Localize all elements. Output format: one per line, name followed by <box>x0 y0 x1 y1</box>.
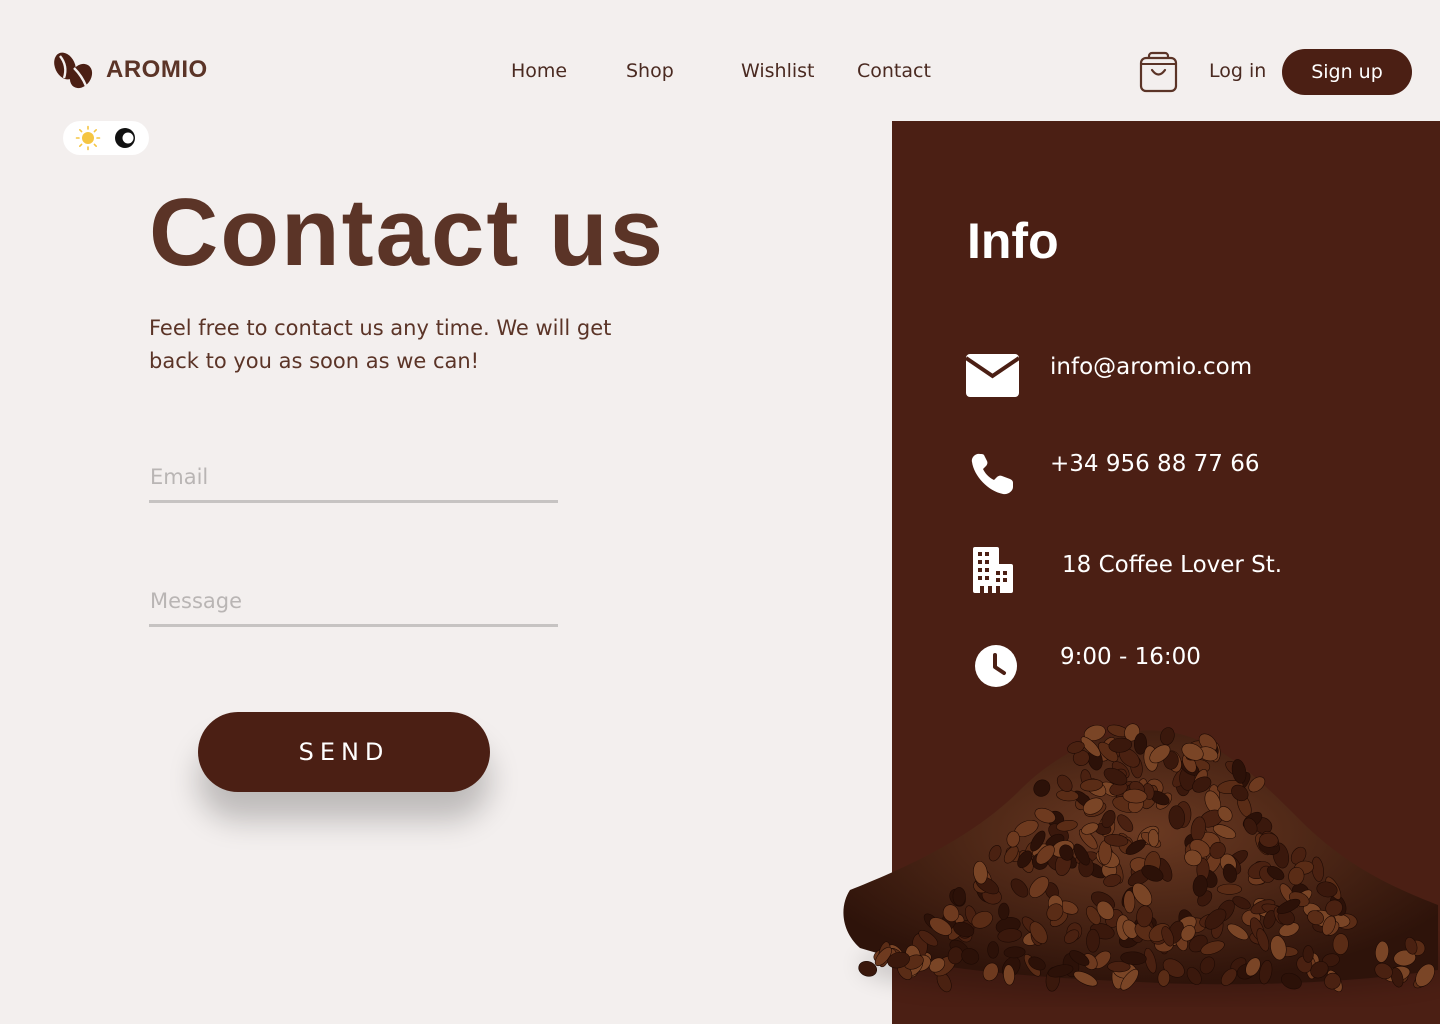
coffee-bean <box>987 941 999 959</box>
phone-icon <box>971 453 1013 495</box>
info-title: Info <box>967 213 1059 269</box>
brand-name: AROMIO <box>106 56 208 83</box>
send-button[interactable]: SEND <box>198 712 490 792</box>
info-hours: 9:00 - 16:00 <box>1060 644 1201 670</box>
email-field[interactable] <box>149 461 558 503</box>
page-title: Contact us <box>149 179 666 286</box>
theme-toggle[interactable] <box>63 121 149 155</box>
envelope-icon <box>966 354 1019 397</box>
coffee-bean <box>1302 945 1314 963</box>
page-subtitle: Feel free to contact us any time. We wil… <box>149 316 612 373</box>
nav-contact[interactable]: Contact <box>857 60 931 82</box>
coffee-bean <box>998 902 1010 920</box>
nav-wishlist[interactable]: Wishlist <box>741 60 815 82</box>
signup-button[interactable]: Sign up <box>1282 49 1412 95</box>
clock-icon <box>975 645 1017 687</box>
coffee-beans-image <box>843 723 1440 995</box>
coffee-bean <box>1086 928 1100 953</box>
nav-home[interactable]: Home <box>511 60 567 82</box>
brand-logo[interactable]: AROMIO <box>52 50 208 90</box>
coffee-bean <box>1157 969 1171 987</box>
nav-shop[interactable]: Shop <box>626 60 674 82</box>
info-address: 18 Coffee Lover St. <box>1062 552 1283 578</box>
sun-icon[interactable] <box>75 125 101 151</box>
info-email[interactable]: info@aromio.com <box>1050 354 1252 380</box>
coffee-bean <box>1216 883 1242 895</box>
moon-icon[interactable] <box>112 125 138 151</box>
coffee-bean <box>952 887 966 907</box>
shopping-bag-icon[interactable] <box>1139 51 1178 93</box>
info-phone[interactable]: +34 956 88 77 66 <box>1050 451 1259 477</box>
building-icon <box>973 547 1013 593</box>
contact-page: AROMIO Home Shop Wishlist Contact Log in… <box>0 0 1440 1024</box>
coffee-beans-logo-icon <box>54 52 93 89</box>
login-link[interactable]: Log in <box>1209 60 1266 82</box>
message-field[interactable] <box>149 585 558 627</box>
